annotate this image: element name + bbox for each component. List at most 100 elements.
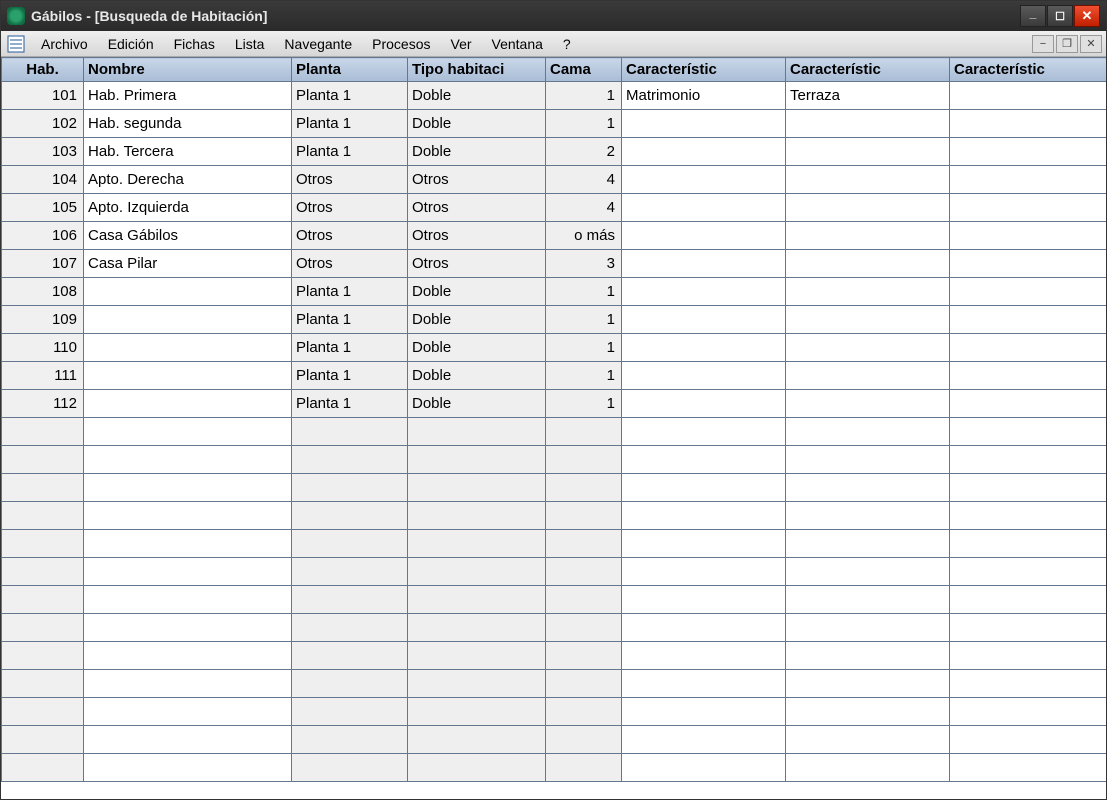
- table-cell[interactable]: [546, 614, 622, 642]
- table-cell[interactable]: [786, 306, 950, 334]
- table-cell[interactable]: 1: [546, 334, 622, 362]
- table-cell[interactable]: [950, 726, 1107, 754]
- table-cell[interactable]: Doble: [408, 138, 546, 166]
- table-row[interactable]: [2, 446, 1107, 474]
- table-cell[interactable]: 111: [2, 362, 84, 390]
- column-header[interactable]: Característic: [786, 58, 950, 82]
- table-cell[interactable]: [950, 82, 1107, 110]
- table-cell[interactable]: [622, 474, 786, 502]
- table-cell[interactable]: Planta 1: [292, 278, 408, 306]
- table-cell[interactable]: [786, 390, 950, 418]
- table-cell[interactable]: [84, 698, 292, 726]
- table-cell[interactable]: 1: [546, 390, 622, 418]
- table-cell[interactable]: [950, 614, 1107, 642]
- table-cell[interactable]: [622, 530, 786, 558]
- table-cell[interactable]: [950, 390, 1107, 418]
- table-cell[interactable]: [546, 754, 622, 782]
- table-row[interactable]: 111Planta 1Doble1: [2, 362, 1107, 390]
- table-cell[interactable]: [786, 502, 950, 530]
- table-row[interactable]: 104Apto. DerechaOtrosOtros4: [2, 166, 1107, 194]
- table-cell[interactable]: 3: [546, 250, 622, 278]
- table-cell[interactable]: 1: [546, 82, 622, 110]
- table-cell[interactable]: 112: [2, 390, 84, 418]
- table-cell[interactable]: [84, 334, 292, 362]
- table-cell[interactable]: [292, 474, 408, 502]
- menu-lista[interactable]: Lista: [225, 33, 275, 55]
- table-row[interactable]: [2, 530, 1107, 558]
- table-cell[interactable]: [786, 698, 950, 726]
- table-row[interactable]: 109Planta 1Doble1: [2, 306, 1107, 334]
- table-cell[interactable]: [622, 222, 786, 250]
- table-cell[interactable]: Planta 1: [292, 82, 408, 110]
- table-cell[interactable]: [786, 194, 950, 222]
- table-cell[interactable]: [292, 446, 408, 474]
- table-cell[interactable]: [622, 250, 786, 278]
- column-header[interactable]: Característic: [950, 58, 1107, 82]
- table-cell[interactable]: Planta 1: [292, 306, 408, 334]
- table-cell[interactable]: Doble: [408, 278, 546, 306]
- table-cell[interactable]: [408, 558, 546, 586]
- table-cell[interactable]: [84, 278, 292, 306]
- table-cell[interactable]: [292, 586, 408, 614]
- table-cell[interactable]: 102: [2, 110, 84, 138]
- table-row[interactable]: 103Hab. TerceraPlanta 1Doble2: [2, 138, 1107, 166]
- table-cell[interactable]: [546, 502, 622, 530]
- table-cell[interactable]: [622, 166, 786, 194]
- close-button[interactable]: [1074, 5, 1100, 27]
- table-cell[interactable]: [292, 614, 408, 642]
- table-cell[interactable]: 110: [2, 334, 84, 362]
- table-cell[interactable]: [950, 194, 1107, 222]
- table-cell[interactable]: Apto. Izquierda: [84, 194, 292, 222]
- table-cell[interactable]: [622, 278, 786, 306]
- table-cell[interactable]: [84, 670, 292, 698]
- table-cell[interactable]: [786, 642, 950, 670]
- table-cell[interactable]: [622, 586, 786, 614]
- table-cell[interactable]: [950, 222, 1107, 250]
- table-row[interactable]: 105Apto. IzquierdaOtrosOtros4: [2, 194, 1107, 222]
- table-cell[interactable]: [786, 586, 950, 614]
- table-cell[interactable]: Apto. Derecha: [84, 166, 292, 194]
- table-cell[interactable]: Otros: [408, 194, 546, 222]
- table-cell[interactable]: [950, 418, 1107, 446]
- table-cell[interactable]: [408, 670, 546, 698]
- table-cell[interactable]: 107: [2, 250, 84, 278]
- table-cell[interactable]: 1: [546, 278, 622, 306]
- table-cell[interactable]: [2, 502, 84, 530]
- table-cell[interactable]: [84, 362, 292, 390]
- table-cell[interactable]: [622, 642, 786, 670]
- table-cell[interactable]: Otros: [292, 194, 408, 222]
- table-cell[interactable]: 2: [546, 138, 622, 166]
- table-cell[interactable]: [2, 586, 84, 614]
- table-cell[interactable]: [950, 642, 1107, 670]
- table-cell[interactable]: 105: [2, 194, 84, 222]
- table-cell[interactable]: Casa Pilar: [84, 250, 292, 278]
- table-row[interactable]: [2, 586, 1107, 614]
- table-cell[interactable]: Doble: [408, 306, 546, 334]
- column-header[interactable]: Cama: [546, 58, 622, 82]
- table-cell[interactable]: Planta 1: [292, 110, 408, 138]
- table-cell[interactable]: Otros: [292, 222, 408, 250]
- table-cell[interactable]: [2, 474, 84, 502]
- table-cell[interactable]: [786, 166, 950, 194]
- data-grid[interactable]: Hab.NombrePlantaTipo habitaciCamaCaracte…: [1, 57, 1106, 782]
- table-cell[interactable]: Doble: [408, 334, 546, 362]
- table-cell[interactable]: 4: [546, 194, 622, 222]
- table-cell[interactable]: Terraza: [786, 82, 950, 110]
- table-cell[interactable]: Otros: [292, 250, 408, 278]
- table-cell[interactable]: [84, 558, 292, 586]
- table-cell[interactable]: [950, 138, 1107, 166]
- table-row[interactable]: [2, 502, 1107, 530]
- table-row[interactable]: [2, 558, 1107, 586]
- table-cell[interactable]: [292, 502, 408, 530]
- table-cell[interactable]: Matrimonio: [622, 82, 786, 110]
- table-cell[interactable]: 101: [2, 82, 84, 110]
- table-cell[interactable]: [292, 530, 408, 558]
- table-cell[interactable]: 1: [546, 362, 622, 390]
- table-cell[interactable]: 109: [2, 306, 84, 334]
- column-header[interactable]: Tipo habitaci: [408, 58, 546, 82]
- table-cell[interactable]: Planta 1: [292, 138, 408, 166]
- table-cell[interactable]: [546, 642, 622, 670]
- table-cell[interactable]: [546, 558, 622, 586]
- table-row[interactable]: [2, 726, 1107, 754]
- table-cell[interactable]: [622, 446, 786, 474]
